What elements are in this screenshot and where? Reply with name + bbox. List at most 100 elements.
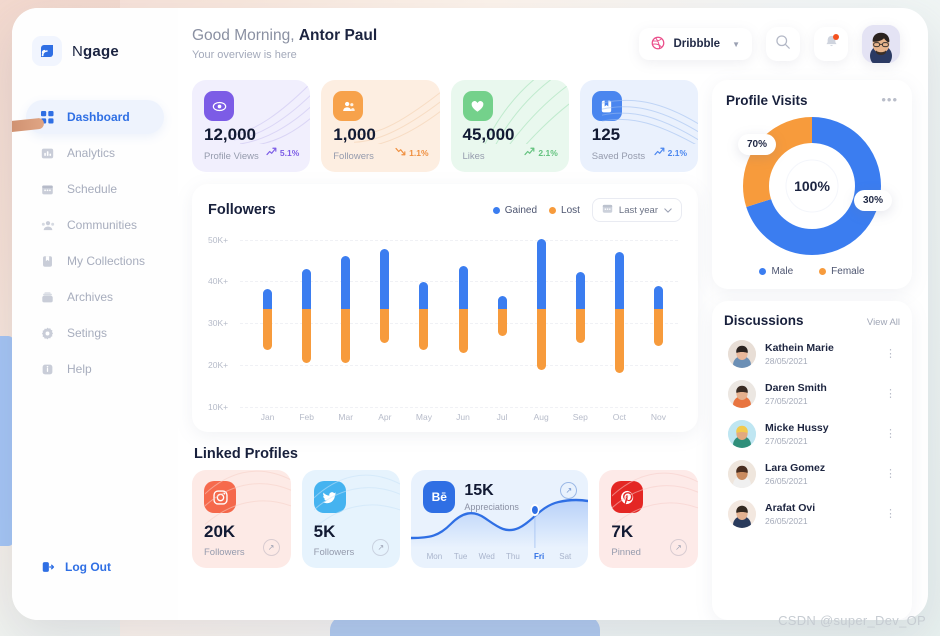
discussions-title: Discussions	[724, 313, 804, 328]
y-tick-label: 30K+	[208, 318, 229, 329]
linked-card-behance[interactable]: Bē 15K Appreciations ↗ Mon Tue Wed Thu F…	[411, 470, 589, 568]
stat-delta-value: 2.1%	[538, 147, 558, 158]
stat-card-followers[interactable]: 1,000 Followers 1.1%	[321, 80, 440, 172]
user-avatar[interactable]	[862, 25, 900, 63]
stat-card-saved-posts[interactable]: 125 Saved Posts 2.1%	[579, 80, 698, 172]
chart-bar-column	[287, 232, 326, 400]
source-dropdown[interactable]: Dribbble ▼	[639, 28, 752, 60]
bar-segment-gained	[497, 295, 507, 310]
stat-value: 12,000	[204, 125, 256, 144]
brand-name-light: N	[72, 42, 84, 60]
behance-day-label: Mon	[426, 552, 443, 561]
stat-delta: 5.1%	[266, 147, 299, 158]
linked-card-instagram[interactable]: 20K Followers ↗	[192, 470, 291, 568]
main-area: Good Morning, Antor Paul Your overview i…	[178, 8, 928, 620]
stat-delta-value: 2.1%	[667, 147, 687, 158]
app-window: Ngage Dashboard Analytics Schedule Commu…	[12, 8, 928, 620]
linked-profiles-title: Linked Profiles	[194, 446, 298, 462]
chart-bar-column	[404, 232, 443, 400]
discussion-item[interactable]: Lara Gomez 26/05/2021 ⋮	[724, 454, 900, 494]
brand-name: Ngage	[72, 43, 119, 60]
stat-label: Likes	[462, 151, 485, 162]
callout-left-value: 70%	[747, 139, 768, 150]
behance-day-label: Tue	[453, 552, 468, 561]
arrow-up-right-icon[interactable]: ↗	[372, 539, 390, 556]
donut-chart: 70% 30% 100%	[726, 112, 898, 260]
chart-bar	[419, 282, 429, 350]
sidebar-item-label: My Collections	[67, 254, 146, 268]
chart-plot-area: 50K+ 40K+ 30K+ 20K+ 10K+ Jan Feb Mar Apr May…	[208, 232, 682, 422]
sidebar-item-my-collections[interactable]: My Collections	[26, 244, 164, 278]
info-icon	[40, 362, 55, 377]
linked-profiles-section: Linked Profiles 20K Followers ↗ 5K Follo…	[192, 444, 699, 568]
chart-bar-column	[483, 232, 522, 400]
kebab-menu-icon[interactable]: ⋮	[885, 508, 896, 520]
chart-bar-column	[639, 232, 678, 400]
brand-logo-area[interactable]: Ngage	[12, 30, 178, 66]
kebab-menu-icon[interactable]: ⋮	[885, 468, 896, 480]
chart-x-labels: Jan Feb Mar Apr May Jun Jul Aug Sep Oct Nov	[248, 412, 678, 422]
discussion-item[interactable]: Micke Hussy 27/05/2021 ⋮	[724, 414, 900, 454]
discussion-text: Daren Smith 27/05/2021	[765, 382, 827, 406]
discussion-name: Lara Gomez	[765, 462, 826, 474]
discussion-date: 27/05/2021	[765, 436, 808, 446]
kebab-menu-icon[interactable]: ⋮	[885, 348, 896, 360]
linked-card-pinterest[interactable]: 7K Pinned ↗	[599, 470, 699, 568]
sidebar-item-settings[interactable]: Setings	[26, 316, 164, 350]
legend-male: Male	[759, 266, 793, 277]
sidebar-item-schedule[interactable]: Schedule	[26, 172, 164, 206]
stat-value: 125	[591, 125, 621, 144]
chart-bar-column	[365, 232, 404, 400]
stat-delta-value: 5.1%	[279, 147, 300, 158]
stat-card-likes[interactable]: 45,000 Likes 2.1%	[450, 80, 569, 172]
donut-center-label: 100%	[794, 178, 830, 194]
view-all-link[interactable]: View All	[867, 317, 900, 328]
notifications-button[interactable]	[814, 27, 848, 61]
discussion-item[interactable]: Arafat Ovi 26/05/2021 ⋮	[724, 494, 900, 534]
content-area: 12,000 Profile Views 5.1% 1,000 Follower…	[178, 80, 928, 620]
discussion-item[interactable]: Daren Smith 27/05/2021 ⋮	[724, 374, 900, 414]
chart-bars	[248, 232, 678, 400]
kebab-menu-icon[interactable]: ⋮	[885, 428, 896, 440]
profile-visits-panel: Profile Visits ••• 70% 30% 100% Male Fem…	[712, 80, 912, 289]
bar-segment-lost	[380, 309, 390, 343]
stat-delta: 2.1%	[524, 147, 558, 158]
avatar	[728, 500, 756, 528]
chart-bar	[575, 272, 585, 343]
arrow-up-right-icon[interactable]: ↗	[670, 539, 688, 556]
sidebar-item-communities[interactable]: Communities	[26, 208, 164, 242]
bar-segment-lost	[263, 309, 273, 350]
bar-segment-lost	[302, 309, 312, 364]
chart-x-label: Sep	[572, 412, 588, 422]
ellipsis-icon[interactable]: •••	[881, 93, 898, 106]
logout-button[interactable]: Log Out	[40, 559, 178, 574]
dribbble-icon	[651, 36, 665, 53]
linked-card-value: 5K	[313, 522, 336, 541]
linked-card-twitter[interactable]: 5K Followers ↗	[301, 470, 401, 568]
sidebar-item-archives[interactable]: Archives	[26, 280, 164, 314]
chart-bar-column	[561, 232, 600, 400]
legend-label: Female	[831, 266, 865, 277]
chart-bar	[458, 265, 468, 353]
search-button[interactable]	[766, 27, 800, 61]
stat-card-profile-views[interactable]: 12,000 Profile Views 5.1%	[192, 80, 311, 172]
search-icon	[775, 34, 791, 55]
bar-segment-gained	[536, 238, 546, 310]
chart-x-label: May	[415, 412, 432, 422]
sidebar-item-label: Schedule	[67, 182, 118, 196]
bar-segment-gained	[380, 248, 390, 310]
discussion-date: 26/05/2021	[765, 516, 808, 526]
discussions-header: Discussions View All	[724, 313, 900, 328]
bar-segment-gained	[341, 255, 351, 310]
discussion-text: Lara Gomez 26/05/2021	[765, 462, 825, 486]
sidebar-item-analytics[interactable]: Analytics	[26, 136, 164, 170]
arrow-up-right-icon[interactable]: ↗	[262, 539, 280, 556]
sidebar-item-dashboard[interactable]: Dashboard	[26, 100, 164, 134]
stat-delta-value: 1.1%	[409, 147, 429, 158]
date-range-dropdown[interactable]: Last year	[591, 198, 682, 222]
discussion-item[interactable]: Kathein Marie 28/05/2021 ⋮	[724, 334, 900, 374]
kebab-menu-icon[interactable]: ⋮	[885, 388, 896, 400]
sidebar-item-help[interactable]: Help	[26, 352, 164, 386]
chart-bar	[263, 289, 273, 350]
bar-segment-lost	[419, 309, 429, 350]
